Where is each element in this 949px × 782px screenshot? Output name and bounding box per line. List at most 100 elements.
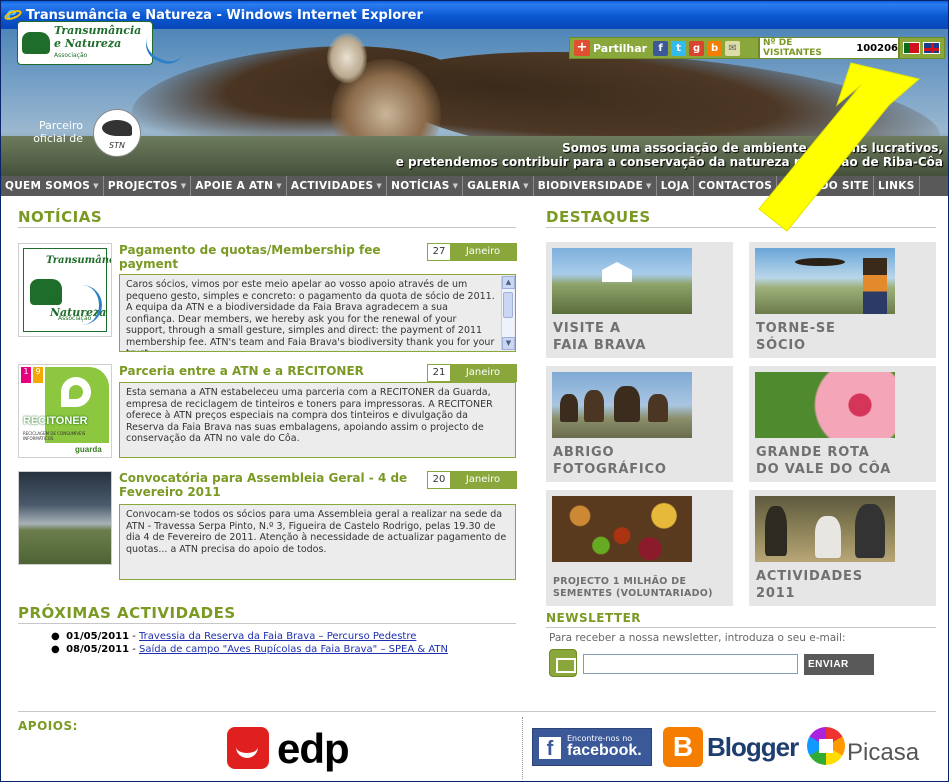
nav-item-actividades[interactable]: ACTIVIDADES ▼ — [287, 176, 388, 196]
blogger-logo-icon[interactable]: B — [663, 727, 703, 767]
news-date-3: 20 Janeiro — [427, 471, 517, 489]
vultures-photo — [552, 372, 692, 438]
share-label[interactable]: Partilhar — [593, 42, 647, 55]
highlight-torne-se-socio[interactable]: TORNE-SE SÓCIO — [749, 242, 936, 358]
activity-date-1: 01/05/2011 — [66, 631, 130, 642]
browser-window: e Transumância e Natureza - Windows Inte… — [0, 0, 949, 782]
blogger-icon[interactable]: b — [707, 40, 723, 56]
highlight-label: ACTIVIDADES 2011 — [756, 568, 863, 602]
highlight-projecto-sementes[interactable]: PROJECTO 1 MILHÃO DE SEMENTES (VOLUNTARIA… — [546, 490, 733, 606]
news-thumb-2[interactable]: 1 9 RECITONER RECICLAGEM DE CONSUMÍVEIS … — [18, 364, 112, 458]
nav-item-contactos[interactable]: CONTACTOS — [694, 176, 778, 196]
person-shape — [765, 506, 787, 556]
partner-label: Parceiro oficial de — [33, 119, 83, 145]
news-date-1: 27 Janeiro — [427, 243, 517, 261]
news-title-2[interactable]: Parceria entre a ATN e a RECITONER — [119, 364, 419, 378]
email-icon[interactable]: ✉ — [725, 40, 741, 56]
nav-item-label: QUEM SOMOS — [5, 180, 91, 192]
highlight-visite-faia-brava[interactable]: VISITE A FAIA BRAVA — [546, 242, 733, 358]
highlight-line2: SEMENTES (VOLUNTARIADO) — [553, 588, 713, 599]
reci-pink-square: 1 — [21, 367, 31, 383]
nav-item-notícias[interactable]: NOTÍCIAS ▼ — [387, 176, 464, 196]
nav-item-galeria[interactable]: GALERIA ▼ — [463, 176, 534, 196]
visitors-label: Nº DE VISITANTES — [763, 38, 822, 58]
reci-brand-2: TONER — [49, 415, 88, 427]
highlight-grande-rota[interactable]: GRANDE ROTA DO VALE DO CÔA — [749, 366, 936, 482]
nav-item-label: BIODIVERSIDADE — [537, 180, 644, 192]
nav-item-biodiversidade[interactable]: BIODIVERSIDADE ▼ — [534, 176, 657, 196]
highlight-abrigo-fotografico[interactable]: ABRIGO FOTOGRÁFICO — [546, 366, 733, 482]
uk-flag-icon[interactable] — [923, 42, 940, 54]
facebook-icon[interactable]: f — [653, 40, 669, 56]
vulture-shape — [614, 386, 640, 422]
logo-line2: e Natureza — [54, 37, 122, 50]
news-text-3: Convocam-se todos os sócios para uma Ass… — [126, 509, 507, 555]
chevron-down-icon: ▼ — [180, 182, 187, 190]
highlight-line1: VISITE A — [553, 321, 621, 336]
highlight-label: TORNE-SE SÓCIO — [756, 320, 836, 354]
nav-item-apoie-a-atn[interactable]: APOIE A ATN ▼ — [191, 176, 287, 196]
newsletter-email-input[interactable] — [583, 654, 798, 674]
site-logo[interactable]: Transumância e Natureza Associação — [17, 21, 184, 70]
nav-item-quem-somos[interactable]: QUEM SOMOS ▼ — [1, 176, 104, 196]
bird-icon — [82, 285, 102, 325]
nav-item-loja[interactable]: LOJA — [657, 176, 695, 196]
portugal-flag-icon[interactable] — [903, 42, 920, 54]
nav-item-label: LINKS — [877, 180, 915, 192]
news-title-3[interactable]: Convocatória para Assembleia Geral - 4 d… — [119, 471, 419, 499]
news-title-1[interactable]: Pagamento de quotas/Membership fee payme… — [119, 243, 419, 271]
edp-logo-text[interactable]: edp — [277, 725, 350, 773]
stn-logo[interactable]: STN — [93, 109, 141, 157]
highlight-line1: TORNE-SE — [756, 321, 836, 336]
activity-sep-1: - — [129, 631, 140, 642]
highlight-line1: ACTIVIDADES — [756, 569, 863, 584]
activity-item-2: ● 08/05/2011 - Saída de campo "Aves Rupí… — [51, 644, 448, 655]
highlight-line1: PROJECTO 1 MILHÃO DE — [553, 576, 687, 587]
pig-icon — [22, 32, 50, 54]
nav-item-links[interactable]: LINKS — [874, 176, 920, 196]
chevron-down-icon: ▼ — [523, 182, 529, 190]
add-share-icon[interactable]: + — [574, 40, 590, 56]
news-scrollbar-1[interactable]: ▲ ▼ — [501, 276, 515, 350]
news-body-2[interactable]: Esta semana a ATN estabeleceu uma parcer… — [119, 382, 516, 458]
highlights-section-title: DESTAQUES — [546, 208, 651, 226]
vulture-head — [327, 33, 367, 83]
activity-link-2[interactable]: Saída de campo "Aves Rupícolas da Faia B… — [139, 644, 448, 655]
news-body-3[interactable]: Convocam-se todos os sócios para uma Ass… — [119, 504, 516, 580]
highlight-actividades-2011[interactable]: ACTIVIDADES 2011 — [749, 490, 936, 606]
highlight-line2: FAIA BRAVA — [553, 338, 647, 353]
scroll-down-icon[interactable]: ▼ — [502, 337, 515, 350]
highlight-line2: DO VALE DO CÔA — [756, 462, 892, 477]
faia-brava-photo — [552, 248, 692, 314]
picasa-logo-text[interactable]: Picasa — [847, 739, 919, 767]
reci-city: guarda — [75, 445, 102, 454]
blogger-logo-text[interactable]: Blogger — [707, 732, 799, 763]
google-plus-icon[interactable]: g — [689, 40, 705, 56]
news-thumb-1[interactable]: Transumância e Natureza Associação — [18, 243, 112, 337]
highlight-label: GRANDE ROTA DO VALE DO CÔA — [756, 444, 891, 478]
reci-sub: RECICLAGEM DE CONSUMÍVEIS INFORMÁTICOS — [23, 431, 86, 441]
share-bar: + Partilhar f t g b ✉ — [569, 37, 759, 59]
vulture-shape — [648, 394, 668, 422]
news-body-1[interactable]: Caros sócios, vimos por este meio apelar… — [119, 274, 516, 352]
news-text-1: Caros sócios, vimos por este meio apelar… — [126, 279, 495, 351]
highlight-line2: FOTOGRÁFICO — [553, 462, 667, 477]
blossom-photo — [755, 372, 895, 438]
person-shape — [863, 258, 887, 314]
picasa-logo-icon[interactable] — [807, 727, 845, 765]
nav-item-projectos[interactable]: PROJECTOS ▼ — [104, 176, 192, 196]
facebook-badge[interactable]: f Encontre-nos no facebook. — [532, 728, 652, 766]
scroll-up-icon[interactable]: ▲ — [502, 276, 515, 289]
slogan-line1: Somos uma associação de ambiente sem fin… — [562, 141, 943, 155]
slogan: Somos uma associação de ambiente sem fin… — [396, 141, 943, 169]
scroll-thumb[interactable] — [503, 292, 513, 318]
edp-logo-icon[interactable] — [227, 727, 269, 769]
activity-link-1[interactable]: Travessia da Reserva da Faia Brava – Per… — [139, 631, 416, 642]
landscape-photo — [19, 472, 111, 564]
newsletter-submit-button[interactable]: ENVIAR — [804, 654, 874, 675]
twitter-icon[interactable]: t — [671, 40, 687, 56]
nav-item-label: GALERIA — [467, 180, 521, 192]
highlight-label: VISITE A FAIA BRAVA — [553, 320, 646, 354]
news-thumb-3[interactable] — [18, 471, 112, 565]
nav-item-mapa-do-site[interactable]: MAPA DO SITE — [777, 176, 874, 196]
